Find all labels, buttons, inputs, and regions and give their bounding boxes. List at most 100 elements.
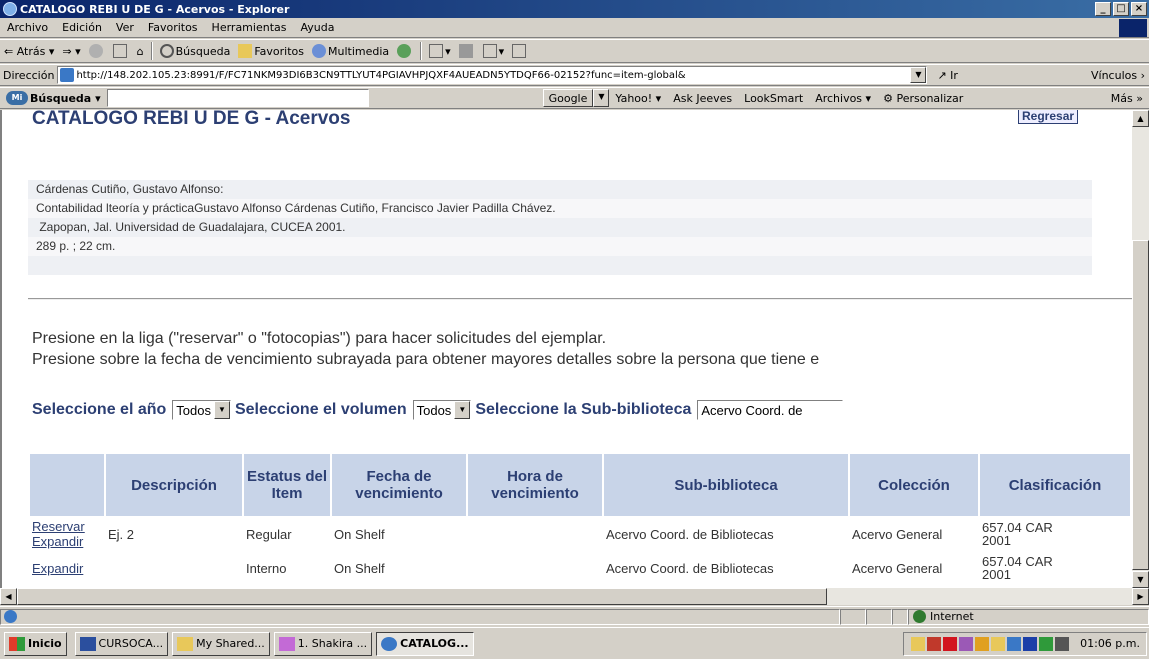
messenger-icon[interactable]	[975, 636, 990, 651]
search-toolbar: Mi Búsqueda ▾ Google ▼ Yahoo! ▾ Ask Jeev…	[0, 87, 1149, 109]
scroll-up-button[interactable]: ▲	[1132, 110, 1149, 127]
taskbar: Inicio CURSOCA... My Shared... 1. Shakir…	[0, 627, 1149, 659]
address-input[interactable]: http://148.202.105.23:8991/F/FC71NKM93DI…	[57, 66, 928, 84]
archivos-button[interactable]: Archivos ▾	[809, 92, 877, 105]
vertical-scroll-thumb[interactable]	[1132, 240, 1149, 570]
horizontal-scrollbar[interactable]: ◀ ▶	[0, 588, 1149, 605]
taskbar-item-label: CURSOCA...	[98, 637, 164, 650]
taskbar-item[interactable]: My Shared...	[172, 631, 270, 656]
header-subbiblioteca: Sub-biblioteca	[604, 454, 848, 516]
links-button[interactable]: Vínculos ›	[1091, 69, 1149, 82]
connection-icon[interactable]	[1007, 636, 1022, 651]
taskbar-item[interactable]: 1. Shakira ...	[273, 631, 373, 656]
cell-hora	[468, 518, 602, 550]
update-icon[interactable]	[991, 636, 1006, 651]
cell-fecha: On Shelf	[334, 526, 385, 542]
favorites-button[interactable]: Favoritos	[234, 44, 308, 58]
regresar-button[interactable]: Regresar	[1018, 110, 1079, 124]
minimize-button[interactable]: _	[1095, 2, 1111, 16]
refresh-button[interactable]	[109, 44, 133, 58]
address-dropdown-button[interactable]: ▼	[910, 67, 927, 83]
menu-favoritos[interactable]: Favoritos	[141, 21, 205, 34]
stop-button[interactable]	[85, 44, 109, 58]
search-input[interactable]	[106, 89, 369, 107]
taskbar-item-active[interactable]: CATALOG...	[376, 631, 474, 656]
status-bar: Internet	[0, 606, 1149, 626]
search-engine-looksmart[interactable]: LookSmart	[738, 92, 809, 105]
multimedia-icon	[311, 44, 326, 58]
multimedia-button[interactable]: Multimedia	[308, 44, 393, 58]
record-title: Contabilidad lteoría y prácticaGustavo A…	[28, 199, 1092, 218]
menu-ayuda[interactable]: Ayuda	[293, 21, 341, 34]
header-clasificacion: Clasificación	[980, 454, 1130, 516]
table-row: Expandir Interno On Shelf Acervo Coord. …	[30, 552, 1130, 584]
instructions: Presione en la liga ("reservar" o "fotoc…	[32, 328, 819, 370]
page-icon	[60, 68, 75, 82]
year-select[interactable]: Todos ▼	[172, 400, 231, 420]
menu-bar: Archivo Edición Ver Favoritos Herramient…	[0, 18, 1149, 38]
search-engine-askjeeves[interactable]: Ask Jeeves	[667, 92, 738, 105]
volume-select-value: Todos	[416, 402, 452, 418]
ie-icon	[381, 636, 398, 651]
search-brand-button[interactable]: Mi Búsqueda ▾	[0, 91, 101, 105]
vertical-scrollbar[interactable]: ▲ ▼	[1132, 110, 1149, 588]
forward-button[interactable]: ⇒ ▾	[58, 45, 84, 58]
windows-flag-icon	[9, 636, 25, 651]
header-hora: Hora de vencimiento	[468, 454, 602, 516]
volume-icon[interactable]	[911, 636, 926, 651]
personalizar-button[interactable]: ⚙ Personalizar	[877, 92, 969, 105]
expandir-link[interactable]: Expandir	[32, 561, 102, 576]
edit-icon	[482, 44, 497, 58]
reservar-link[interactable]: Reservar	[32, 519, 102, 534]
menu-edicion[interactable]: Edición	[55, 21, 109, 34]
more-button[interactable]: Más »	[1105, 92, 1149, 105]
maximize-button[interactable]: □	[1113, 2, 1129, 16]
history-button[interactable]	[393, 44, 417, 58]
norton-icon[interactable]	[943, 636, 958, 651]
edit-button[interactable]: ▾	[479, 44, 509, 58]
close-button[interactable]: ×	[1131, 2, 1147, 16]
more-label: Más	[1110, 91, 1133, 105]
window-titlebar: CATALOGO REBI U DE G - Acervos - Explore…	[0, 0, 1149, 18]
discuss-button[interactable]	[508, 44, 532, 58]
search-icon	[159, 44, 174, 58]
msn-icon[interactable]	[1039, 636, 1054, 651]
toolbar-separator	[420, 42, 423, 60]
horizontal-scroll-thumb[interactable]	[17, 588, 827, 605]
security-zone: Internet	[908, 608, 1149, 625]
windows-logo-icon	[1119, 18, 1147, 37]
menu-archivo[interactable]: Archivo	[0, 21, 55, 34]
taskbar-item-label: 1. Shakira ...	[297, 637, 368, 650]
mail-button[interactable]: ▾	[425, 44, 455, 58]
go-button[interactable]: ↗ Ir	[937, 69, 958, 82]
search-engine-yahoo[interactable]: Yahoo! ▾	[609, 92, 667, 105]
google-dropdown-button[interactable]: ▼	[593, 89, 610, 107]
year-select-value: Todos	[176, 402, 211, 418]
menu-herramientas[interactable]: Herramientas	[205, 21, 294, 34]
start-button[interactable]: Inicio	[4, 631, 67, 656]
volume-select[interactable]: Todos ▼	[412, 400, 472, 420]
taskbar-item-label: My Shared...	[196, 637, 265, 650]
back-button[interactable]: ⇐ Atrás ▾	[0, 45, 58, 58]
antivirus-icon[interactable]	[927, 636, 942, 651]
display-icon[interactable]	[1055, 636, 1070, 651]
ie-icon	[3, 2, 17, 16]
sublibrary-select[interactable]: Acervo Coord. de	[697, 400, 844, 420]
search-button[interactable]: Búsqueda	[156, 44, 235, 58]
taskbar-item[interactable]: CURSOCA...	[74, 631, 169, 656]
filter-bar: Seleccione el año Todos ▼ Seleccione el v…	[32, 400, 847, 420]
network-icon[interactable]	[959, 636, 974, 651]
menu-ver[interactable]: Ver	[109, 21, 141, 34]
cell-estatus: Regular	[246, 526, 292, 542]
print-button[interactable]	[455, 44, 479, 58]
language-icon[interactable]	[1023, 636, 1038, 651]
scroll-left-button[interactable]: ◀	[0, 588, 17, 605]
expandir-link[interactable]: Expandir	[32, 534, 102, 549]
scroll-down-button[interactable]: ▼	[1132, 571, 1149, 588]
window-title: CATALOGO REBI U DE G - Acervos - Explore…	[20, 2, 290, 16]
home-button[interactable]: ⌂	[133, 45, 148, 58]
scroll-right-button[interactable]: ▶	[1132, 588, 1149, 605]
google-button[interactable]: Google	[542, 89, 594, 107]
status-pane	[866, 608, 892, 625]
ie-page-icon	[4, 610, 17, 623]
